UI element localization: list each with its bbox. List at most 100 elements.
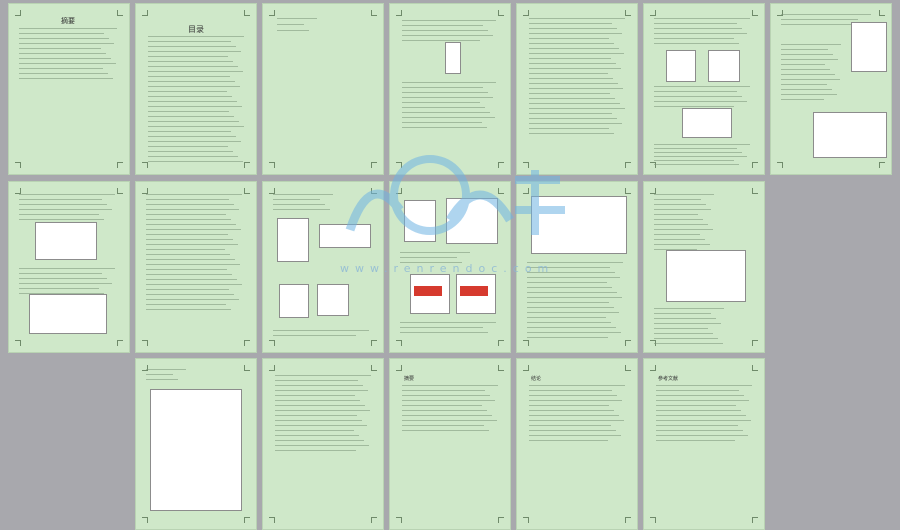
text-line <box>654 229 713 230</box>
text-line <box>146 219 231 220</box>
text-line <box>527 282 607 283</box>
page-corner-mark <box>269 517 275 523</box>
text-line <box>148 141 241 142</box>
text-line <box>654 328 708 329</box>
text-line <box>19 38 109 39</box>
page-corner-mark <box>371 188 377 194</box>
text-line <box>19 199 102 200</box>
text-line <box>654 91 737 92</box>
document-page-thumbnail[interactable] <box>516 3 638 175</box>
text-line <box>781 74 835 75</box>
text-line <box>656 390 739 391</box>
text-line <box>529 58 611 59</box>
document-page-thumbnail[interactable]: 目录 <box>135 3 257 175</box>
text-line <box>527 297 622 298</box>
text-line <box>781 94 837 95</box>
text-line <box>146 199 229 200</box>
document-page-thumbnail[interactable] <box>643 3 765 175</box>
text-line <box>529 123 622 124</box>
figure-diagram <box>279 284 309 318</box>
text-line <box>402 420 497 421</box>
page-corner-mark <box>15 340 21 346</box>
page-corner-mark <box>244 188 250 194</box>
document-page-thumbnail[interactable]: 结论 <box>516 358 638 530</box>
figure-diagram <box>445 42 461 74</box>
document-page-thumbnail[interactable] <box>389 3 511 175</box>
text-line <box>654 318 716 319</box>
page-corner-mark <box>15 10 21 16</box>
text-line <box>275 375 371 376</box>
text-line <box>527 312 619 313</box>
document-page-thumbnail[interactable]: 参考文献 <box>643 358 765 530</box>
text-line <box>19 214 99 215</box>
text-line <box>148 151 233 152</box>
text-line <box>529 38 609 39</box>
text-line <box>19 68 103 69</box>
document-page-thumbnail[interactable]: 摘要 <box>8 3 130 175</box>
text-line <box>275 450 356 451</box>
text-line <box>654 244 710 245</box>
page-corner-mark <box>752 10 758 16</box>
text-line <box>273 194 333 195</box>
document-page-thumbnail[interactable] <box>135 181 257 353</box>
text-line <box>529 53 624 54</box>
text-line <box>277 30 309 31</box>
document-page-thumbnail[interactable] <box>262 358 384 530</box>
text-line <box>402 97 493 98</box>
page-corner-mark <box>523 188 529 194</box>
document-page-thumbnail[interactable] <box>135 358 257 530</box>
text-line <box>654 23 737 24</box>
text-line <box>148 71 243 72</box>
page-corner-mark <box>371 340 377 346</box>
page-corner-mark <box>371 517 377 523</box>
text-line <box>656 425 738 426</box>
text-line <box>654 106 734 107</box>
text-line <box>529 440 608 441</box>
document-page-thumbnail[interactable] <box>262 3 384 175</box>
text-line <box>146 279 237 280</box>
page-corner-mark <box>498 340 504 346</box>
text-line <box>654 204 706 205</box>
text-line <box>529 430 616 431</box>
figure-diagram <box>277 218 309 262</box>
text-line <box>654 313 711 314</box>
text-line <box>19 28 117 29</box>
text-line <box>402 430 489 431</box>
text-line <box>529 23 612 24</box>
document-page-thumbnail[interactable] <box>643 181 765 353</box>
text-line <box>402 395 490 396</box>
document-page-thumbnail[interactable] <box>8 181 130 353</box>
text-line <box>275 405 365 406</box>
figure-diagram <box>708 50 740 82</box>
text-line <box>402 385 498 386</box>
document-page-thumbnail[interactable] <box>770 3 892 175</box>
text-line <box>402 410 487 411</box>
page-corner-mark <box>498 162 504 168</box>
page-corner-mark <box>777 10 783 16</box>
page-corner-mark <box>396 188 402 194</box>
text-line <box>148 126 244 127</box>
text-line <box>148 56 228 57</box>
figure-diagram <box>666 50 696 82</box>
page-corner-mark <box>498 188 504 194</box>
document-page-thumbnail[interactable]: 摘要 <box>389 358 511 530</box>
page-corner-mark <box>523 365 529 371</box>
text-line <box>529 28 617 29</box>
text-line <box>654 38 734 39</box>
text-line <box>146 304 226 305</box>
text-line <box>275 440 364 441</box>
page-corner-mark <box>142 10 148 16</box>
page-corner-mark <box>879 10 885 16</box>
text-line <box>781 64 825 65</box>
text-line <box>400 327 483 328</box>
text-line <box>654 160 734 161</box>
text-line <box>402 107 485 108</box>
page-corner-mark <box>752 365 758 371</box>
page-corner-mark <box>498 517 504 523</box>
figure-diagram <box>813 112 887 158</box>
text-line <box>402 35 493 36</box>
text-line <box>146 299 239 300</box>
page-corner-mark <box>117 188 123 194</box>
page-corner-mark <box>650 365 656 371</box>
text-line <box>402 102 480 103</box>
